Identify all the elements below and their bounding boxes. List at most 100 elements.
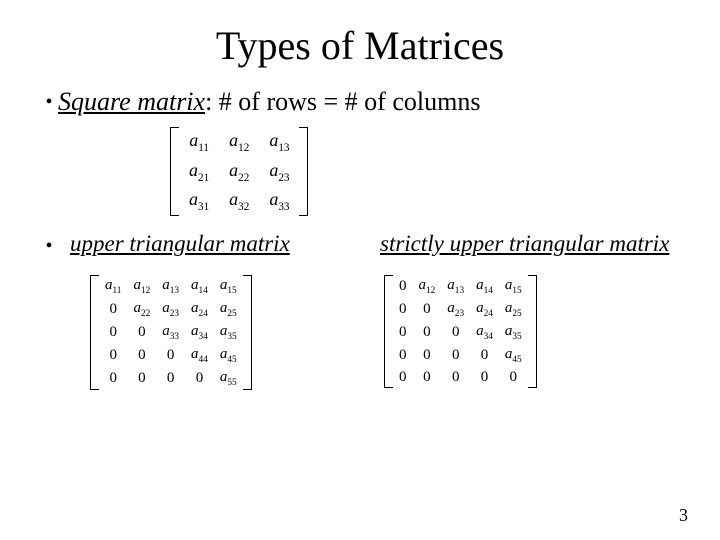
matrix-entry: a25 (505, 300, 522, 316)
matrix-cell: a34 (185, 321, 214, 344)
matrix-entry: a12 (133, 277, 150, 293)
matrix-cell: a12 (127, 275, 156, 298)
matrix-row: 000a44a45 (99, 344, 243, 367)
matrix-cell: a13 (156, 275, 185, 298)
matrix-cell: a35 (214, 321, 243, 344)
bullet-text: Square matrix: # of rows = # of columns (58, 87, 680, 117)
matrix-entry: a23 (447, 300, 464, 316)
matrix-cell: a15 (499, 275, 528, 298)
matrix-cell: 0 (470, 367, 499, 388)
matrix-entry: a13 (447, 277, 464, 293)
matrix-cell: 0 (393, 321, 413, 344)
bracket-left-icon (90, 275, 99, 390)
matrix-3x3: a11a12a13a21a22a23a31a32a33 (170, 127, 308, 216)
matrix-cell: 0 (441, 367, 470, 388)
matrix-entry: a12 (229, 130, 249, 150)
matrix-cell: a22 (219, 157, 259, 187)
matrix-cell: a23 (259, 157, 299, 187)
matrix-cell: a44 (185, 344, 214, 367)
matrix-cell: a11 (179, 127, 219, 157)
bracket-left-icon (170, 127, 179, 216)
subtype-matrices-row: a11a12a13a14a150a22a23a24a2500a33a34a350… (40, 275, 680, 395)
matrix-cell: 0 (185, 367, 214, 390)
bracket-right-icon (243, 275, 252, 390)
matrix-cell: a31 (179, 186, 219, 216)
matrix-cell: a25 (214, 298, 243, 321)
matrix-cell: 0 (99, 298, 127, 321)
matrix-cell: 0 (156, 367, 185, 390)
bullet-dot-icon: • (40, 231, 58, 261)
matrix-row: 00a33a34a35 (99, 321, 243, 344)
matrix-cell: a14 (185, 275, 214, 298)
matrix-entry: a21 (189, 160, 209, 180)
slide: Types of Matrices • Square matrix: # of … (0, 0, 720, 540)
matrix-cell: 0 (99, 367, 127, 390)
matrix-row: 0000a45 (393, 344, 528, 367)
matrix-row: 0a22a23a24a25 (99, 298, 243, 321)
strictly-upper-triangular-label: strictly upper triangular matrix (380, 231, 669, 256)
matrix-row: 000a34a35 (393, 321, 528, 344)
matrix-cell: a15 (214, 275, 243, 298)
matrix-entry: a24 (191, 300, 208, 316)
matrix-entry: a14 (476, 277, 493, 293)
matrix-cell: a34 (470, 321, 499, 344)
bullet-dot-icon: • (40, 87, 58, 117)
strict-matrix-body: 0a12a13a14a1500a23a24a25000a34a350000a45… (393, 275, 528, 388)
matrix-cell: 0 (393, 367, 413, 388)
matrix-cell: a13 (441, 275, 470, 298)
matrix-cell: a23 (156, 298, 185, 321)
matrix-entry: a31 (189, 189, 209, 209)
bullet-square-matrix: • Square matrix: # of rows = # of column… (40, 87, 680, 117)
matrix-cell: a23 (441, 298, 470, 321)
matrix-row: 00a23a24a25 (393, 298, 528, 321)
matrix-cell: 0 (156, 344, 185, 367)
matrix-row: 0000a55 (99, 367, 243, 390)
matrix-entry: a45 (220, 346, 237, 362)
matrix-entry: a15 (505, 277, 522, 293)
matrix-cell: a33 (259, 186, 299, 216)
matrix-entry: a34 (191, 323, 208, 339)
matrix-cell: 0 (393, 275, 413, 298)
matrix-entry: a24 (476, 300, 493, 316)
matrix-cell: a14 (470, 275, 499, 298)
matrix-entry: a45 (505, 346, 522, 362)
matrix-cell: 0 (413, 298, 442, 321)
matrix-cell: 0 (99, 344, 127, 367)
matrix-cell: a12 (413, 275, 442, 298)
matrix-entry: a14 (191, 277, 208, 293)
matrix-cell: 0 (441, 321, 470, 344)
matrix-cell: a32 (219, 186, 259, 216)
matrix-cell: a24 (470, 298, 499, 321)
matrix-row: a31 a32 a33 (179, 186, 299, 216)
matrix-cell: 0 (413, 321, 442, 344)
matrix-row: a21 a22 a23 (179, 157, 299, 187)
matrix-cell: 0 (99, 321, 127, 344)
matrix-cell: 0 (441, 344, 470, 367)
matrix-cell: a11 (99, 275, 127, 298)
matrix-entry: a13 (162, 277, 179, 293)
matrix-row: 00000 (393, 367, 528, 388)
matrix-cell: 0 (393, 344, 413, 367)
matrix-entry: a11 (189, 130, 209, 150)
matrix-entry: a33 (162, 323, 179, 339)
bullet-rest: : # of rows = # of columns (205, 87, 480, 116)
matrix-entry: a23 (162, 300, 179, 316)
matrix-cell: 0 (499, 367, 528, 388)
matrix-entry: a32 (229, 189, 249, 209)
matrix-cell: a55 (214, 367, 243, 390)
matrix-entry: a23 (269, 160, 289, 180)
slide-title: Types of Matrices (40, 22, 680, 69)
matrix-entry: a55 (220, 369, 237, 385)
matrix-cell: a45 (214, 344, 243, 367)
matrix-cell: a33 (156, 321, 185, 344)
upper-matrix-cell: a11a12a13a14a150a22a23a24a2500a33a34a350… (40, 275, 380, 395)
matrix-cell: a12 (219, 127, 259, 157)
matrix-cell: a35 (499, 321, 528, 344)
matrix-entry: a35 (220, 323, 237, 339)
matrix-row: a11 a12 a13 a14 a15 (99, 275, 243, 298)
matrix-cell: 0 (127, 367, 156, 390)
matrix-cell: 0 (413, 367, 442, 388)
matrix-entry: a34 (476, 323, 493, 339)
matrix-cell: a21 (179, 157, 219, 187)
upper-matrix-body: a11a12a13a14a150a22a23a24a2500a33a34a350… (99, 275, 243, 390)
